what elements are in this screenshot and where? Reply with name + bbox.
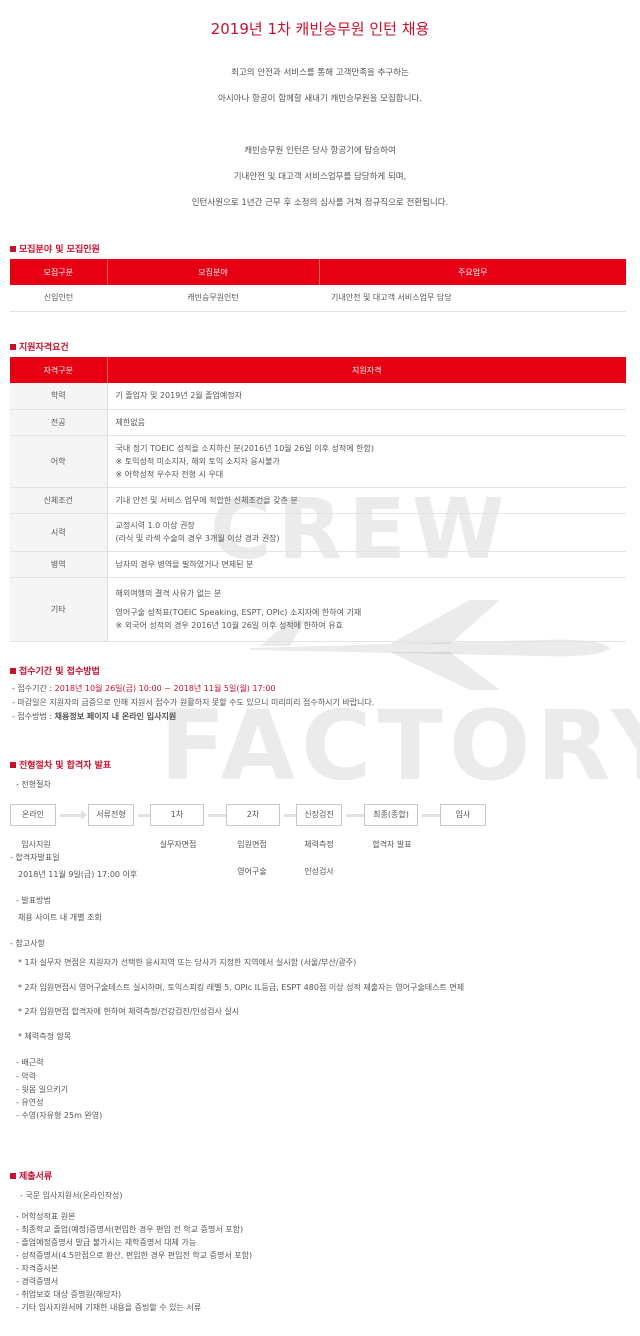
process-sub: 영어구술 <box>237 867 267 876</box>
document-item: - 어학성적표 원본 <box>16 1212 76 1221</box>
table-header: 모집구분 <box>10 259 108 285</box>
square-bullet-icon <box>10 667 16 674</box>
table-row: 전공 제한없음 <box>10 409 626 436</box>
row-value: 제한없음 <box>107 409 626 436</box>
process-sub: 입사지원 <box>21 840 51 849</box>
intro-line: 아시아나 항공이 함께할 새내기 캐빈승무원을 모집합니다. <box>218 94 422 104</box>
arrow-right-icon <box>60 810 87 820</box>
document-item-online: - 국문 입사지원서(온라인작성) <box>20 1191 123 1200</box>
process-step-join: 입사 <box>440 804 486 826</box>
square-bullet-icon <box>10 245 16 252</box>
table-row: 신입인턴 캐빈승무원인턴 기내안전 및 대고객 서비스업무 담당 <box>10 285 626 312</box>
process-step-final: 최종(종합) <box>364 804 418 826</box>
document-item: - 취업보호 대상 증명원(해당자) <box>16 1290 122 1299</box>
table-row: 신체조건 기내 안전 및 서비스 업무에 적합한 신체조건을 갖춘 분 <box>10 487 626 514</box>
section-title-documents: 제출서류 <box>10 1169 52 1182</box>
process-sub: 실무자면접 <box>159 840 197 849</box>
intro-line: 캐빈승무원 인턴은 당사 항공기에 탑승하여 <box>244 146 396 156</box>
section-title-recruit: 모집분야 및 모집인원 <box>10 242 100 255</box>
fitness-item: - 수영(자유형 25m 완영) <box>16 1111 103 1120</box>
fitness-item: - 악력 <box>16 1072 37 1081</box>
table-cell: 기내안전 및 대고객 서비스업무 담당 <box>319 285 626 312</box>
application-notice: - 마감일은 지원자의 급증으로 인해 지원서 접수가 원활하지 못할 수도 있… <box>12 698 375 707</box>
notes-label: - 참고사항 <box>10 939 45 948</box>
process-sub: 인성검사 <box>304 867 334 876</box>
fitness-item: - 유연성 <box>16 1098 44 1107</box>
recruit-table: 모집구분 모집분야 주요업무 신입인턴 캐빈승무원인턴 기내안전 및 대고객 서… <box>10 259 626 312</box>
table-header: 주요업무 <box>319 259 626 285</box>
row-label: 병역 <box>10 551 108 578</box>
process-sub: 임원면접 <box>237 840 267 849</box>
note-item: * 체력측정 항목 <box>18 1032 72 1041</box>
process-label: - 전형절차 <box>16 780 51 789</box>
table-row: 학력 기 졸업자 및 2019년 2월 졸업예정자 <box>10 383 626 410</box>
document-item: - 경력증명서 <box>16 1277 59 1286</box>
result-method-label: - 발표방법 <box>16 896 51 905</box>
table-cell: 캐빈승무원인턴 <box>107 285 319 312</box>
row-value: 교정시력 1.0 이상 권장 (라식 및 라섹 수술의 경우 3개월 이상 경과… <box>107 513 626 552</box>
row-label: 전공 <box>10 409 108 436</box>
fitness-item: - 배근력 <box>16 1058 44 1067</box>
section-title-application: 접수기간 및 접수방법 <box>10 664 100 677</box>
section-title-process: 전형절차 및 합격자 발표 <box>10 758 111 771</box>
row-value: 국내 정기 TOEIC 성적을 소지하신 분(2016년 10월 26일 이후 … <box>107 435 626 488</box>
square-bullet-icon <box>10 343 16 350</box>
row-value: 기내 안전 및 서비스 업무에 적합한 신체조건을 갖춘 분 <box>107 487 626 514</box>
section-title-qualification: 지원자격요건 <box>10 340 69 353</box>
square-bullet-icon <box>10 1172 16 1179</box>
application-info: - 접수기간 : 2018년 10월 26일(금) 10:00 ~ 2018년 … <box>12 684 375 721</box>
process-step-medical: 신장검진 <box>296 804 342 826</box>
table-row: 기타 해외여행의 결격 사유가 없는 분 영어구술 성적표(TOEIC Spea… <box>10 577 626 642</box>
intro-line: 기내안전 및 대고객 서비스업무를 담당하게 되며, <box>233 172 407 182</box>
document-item: - 기타 입사지원서에 기재한 내용을 증빙할 수 있는 서류 <box>16 1303 202 1312</box>
application-method: 채용정보 페이지 내 온라인 입사지원 <box>54 712 177 721</box>
fitness-item: - 윗몸 일으키기 <box>16 1085 69 1094</box>
document-item: - 자격증사본 <box>16 1264 59 1273</box>
process-step-online: 온라인 <box>10 804 56 826</box>
table-row: 병역 남자의 경우 병역을 필하였거나 면제된 분 <box>10 551 626 578</box>
document-item: - 최종학교 졸업(예정)증명서(편입한 경우 편입 전 학교 증명서 포함) <box>16 1225 244 1234</box>
row-value: 기 졸업자 및 2019년 2월 졸업예정자 <box>107 383 626 410</box>
document-item: - 졸업예정증명서 발급 불가시는 재학증명서 대체 가능 <box>16 1238 197 1247</box>
row-value: 남자의 경우 병역을 필하였거나 면제된 분 <box>107 551 626 578</box>
result-method-value: 채용 사이트 내 개별 조회 <box>18 913 102 922</box>
process-step-document: 서류전형 <box>88 804 134 826</box>
process-sub: 합격자 발표 <box>372 840 412 849</box>
note-item: * 1차 실무자 면접은 지원자가 선택한 응시지역 또는 당사가 지정한 지역… <box>18 958 357 967</box>
process-step-first: 1차 <box>150 804 204 826</box>
table-header: 모집분야 <box>107 259 320 285</box>
qualification-table: 자격구분 지원자격 학력 기 졸업자 및 2019년 2월 졸업예정자 전공 제… <box>10 357 626 642</box>
recruitment-page: CREW FACTORY 2019년 1차 캐빈승무원 인턴 채용 최고의 안전… <box>0 0 640 1336</box>
page-title: 2019년 1차 캐빈승무원 인턴 채용 <box>210 20 430 38</box>
row-label: 신체조건 <box>10 487 108 514</box>
row-label: 시력 <box>10 513 108 552</box>
square-bullet-icon <box>10 761 16 768</box>
row-value: 해외여행의 결격 사유가 없는 분 영어구술 성적표(TOEIC Speakin… <box>107 577 626 642</box>
announce-label: - 합격자발표일 <box>10 853 60 862</box>
intro-line: 인턴사원으로 1년간 근무 후 소정의 심사를 거쳐 정규직으로 전환됩니다. <box>191 198 449 208</box>
announce-value: 2018년 11월 9일(금) 17:00 이후 <box>18 870 138 879</box>
row-label: 어학 <box>10 435 108 488</box>
table-cell: 신입인턴 <box>10 285 107 312</box>
intro-line: 최고의 안전과 서비스를 통해 고객만족을 추구하는 <box>231 68 409 78</box>
note-item: * 2차 임원면접시 영어구술테스트 실시하며, 토익스피킹 레벨 5, OPI… <box>18 983 465 992</box>
row-label: 학력 <box>10 383 108 410</box>
table-header: 지원자격 <box>107 357 626 383</box>
table-row: 어학 국내 정기 TOEIC 성적을 소지하신 분(2016년 10월 26일 … <box>10 435 626 488</box>
process-sub: 체력측정 <box>304 840 334 849</box>
row-label: 기타 <box>10 577 108 642</box>
table-header: 자격구분 <box>10 357 108 383</box>
application-period: 2018년 10월 26일(금) 10:00 ~ 2018년 11월 5일(월)… <box>54 684 276 693</box>
note-item: * 2차 임원면접 합격자에 한하여 체력측정/건강검진/인성검사 실시 <box>18 1007 240 1016</box>
process-step-second: 2차 <box>226 804 280 826</box>
document-item: - 성적증명서(4.5만점으로 환산, 편입한 경우 편입전 학교 증명서 포함… <box>16 1251 253 1260</box>
table-row: 시력 교정시력 1.0 이상 권장 (라식 및 라섹 수술의 경우 3개월 이상… <box>10 513 626 552</box>
